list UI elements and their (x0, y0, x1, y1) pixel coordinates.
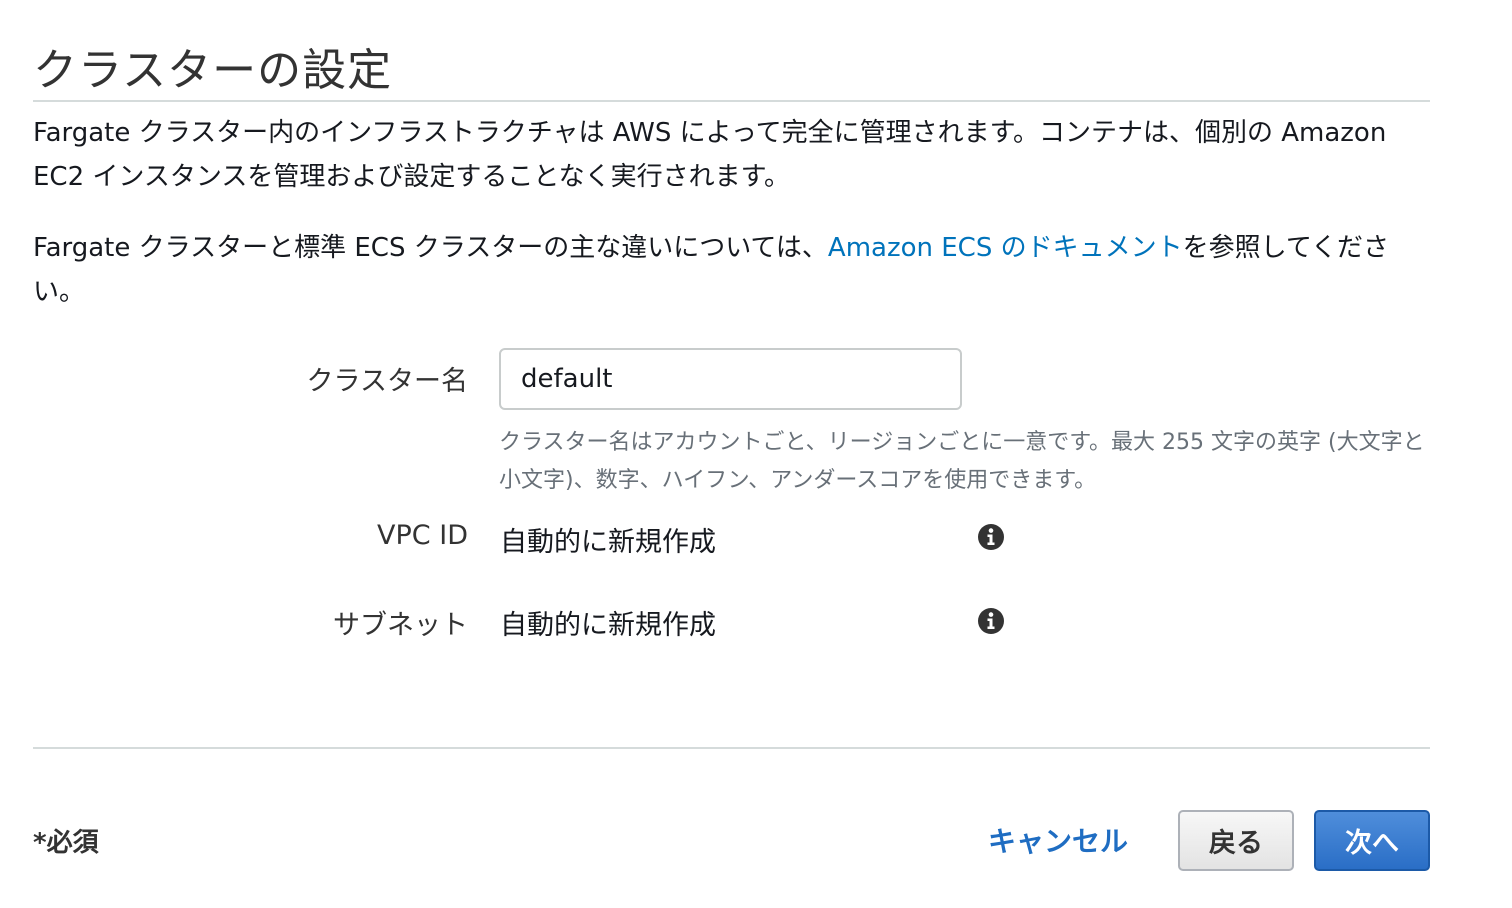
back-button[interactable]: 戻る (1178, 810, 1294, 871)
cluster-name-hint: クラスター名はアカウントごと、リージョンごとに一意です。最大 255 文字の英字… (499, 430, 1425, 493)
cluster-name-input[interactable] (499, 348, 962, 410)
cluster-name-label: クラスター名 (306, 366, 468, 397)
documentation-text-before: Fargate クラスターと標準 ECS クラスターの主な違いについては、 (33, 233, 828, 263)
required-note: *必須 (33, 828, 99, 858)
vpc-info-icon[interactable] (977, 523, 1005, 551)
subnet-value: 自動的に新規作成 (500, 610, 716, 641)
footer-divider (33, 747, 1430, 749)
vpc-id-value: 自動的に新規作成 (500, 527, 716, 558)
page-title: クラスターの設定 (33, 45, 393, 96)
subnet-info-icon[interactable] (977, 607, 1005, 635)
cancel-button[interactable]: キャンセル (988, 820, 1128, 860)
description-paragraph: Fargate クラスター内のインフラストラクチャは AWS によって完全に管理… (33, 118, 1387, 192)
vpc-id-label: VPC ID (377, 520, 468, 551)
header-divider (33, 100, 1430, 102)
subnet-label: サブネット (333, 610, 468, 641)
ecs-documentation-link[interactable]: Amazon ECS のドキュメント (828, 233, 1183, 263)
next-button[interactable]: 次へ (1314, 810, 1430, 871)
documentation-paragraph: Fargate クラスターと標準 ECS クラスターの主な違いについては、Ama… (33, 226, 1430, 314)
